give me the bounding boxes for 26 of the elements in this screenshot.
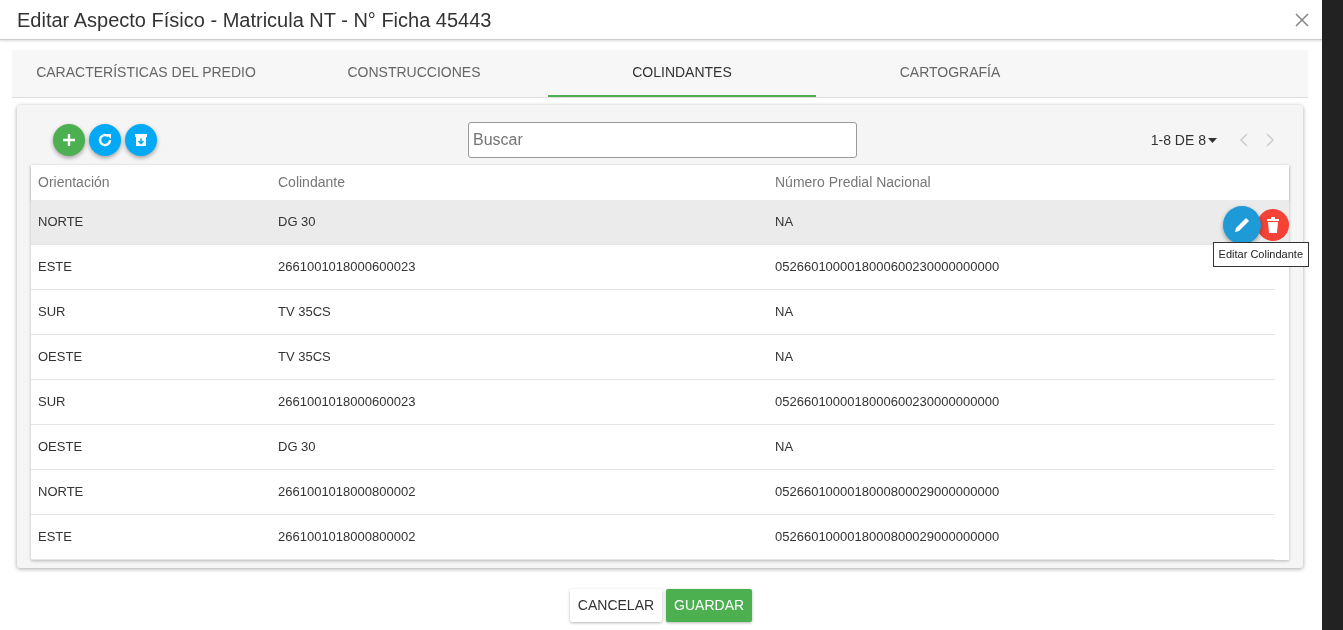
table-cell-text: NORTE — [37, 213, 85, 232]
table-cell-text: 0526601000018000800029000000000 — [775, 528, 1000, 547]
table-cell-text: 0526601000018000600230000000000 — [775, 393, 1000, 412]
table-cell-text: 0526601000018000800029000000000 — [775, 483, 1000, 502]
table-cell-text: TV 35CS — [278, 303, 332, 322]
table-cell-text: SUR — [37, 303, 67, 322]
table-cell-text: 2661001018000800002 — [278, 528, 417, 547]
table-cell-text: OESTE — [37, 438, 84, 457]
table-cell-text: SUR — [37, 393, 67, 412]
table-cell-text: 2661001018000600023 — [278, 393, 417, 412]
table-cell-text: 2661001018000800002 — [278, 483, 417, 502]
column-header: Orientación — [37, 173, 111, 192]
table-cell-text: DG 30 — [278, 438, 317, 457]
dialog-title: Editar Aspecto Físico - Matricula NT - N° Ficha 45443 — [17, 7, 492, 33]
table-cell-text: NA — [775, 213, 794, 232]
table-cell-text: NA — [775, 303, 794, 322]
table-cell-text: OESTE — [37, 348, 84, 367]
table-cell-text: TV 35CS — [278, 348, 332, 367]
table-cell-text: NORTE — [37, 483, 85, 502]
tooltip: Editar Colindante — [1212, 242, 1309, 267]
table-cell-text: NA — [775, 438, 794, 457]
table-cell-text: ESTE — [37, 528, 73, 547]
column-header: Colindante — [278, 173, 346, 192]
table-cell-text: DG 30 — [278, 213, 317, 232]
column-header: Número Predial Nacional — [775, 173, 931, 192]
table-cell-text: NA — [775, 348, 794, 367]
